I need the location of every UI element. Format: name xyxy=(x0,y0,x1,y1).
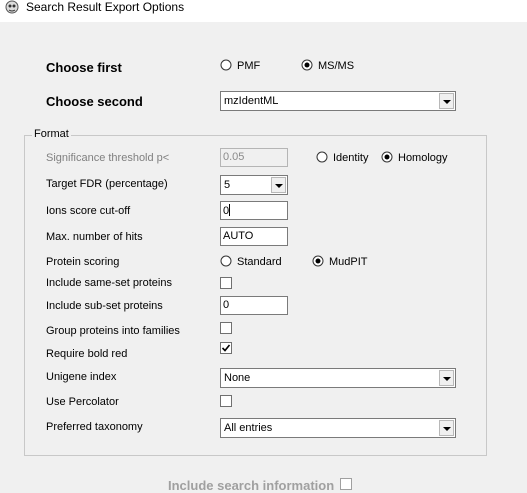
group-families-label: Group proteins into families xyxy=(46,325,180,337)
identity-radio-label[interactable]: Identity xyxy=(333,152,368,165)
same-set-label: Include same-set proteins xyxy=(46,277,172,289)
title-bar: Search Result Export Options xyxy=(0,0,527,22)
ions-score-input[interactable]: 0 xyxy=(220,201,288,220)
unigene-value: None xyxy=(224,372,251,384)
search-info-checkbox[interactable] xyxy=(340,478,352,490)
same-set-checkbox[interactable] xyxy=(220,277,232,289)
pmf-radio-label[interactable]: PMF xyxy=(237,60,260,73)
significance-value: 0.05 xyxy=(223,151,245,163)
target-fdr-label: Target FDR (percentage) xyxy=(46,178,168,190)
target-fdr-select[interactable]: 5 xyxy=(220,175,288,195)
ions-score-label: Ions score cut-off xyxy=(46,205,131,217)
unigene-select[interactable]: None xyxy=(220,368,456,388)
mascot-logo-icon xyxy=(5,0,19,14)
choose-second-select[interactable]: mzIdentML xyxy=(220,91,456,111)
chevron-down-icon[interactable] xyxy=(439,370,454,386)
window-title: Search Result Export Options xyxy=(26,0,185,14)
percolator-label: Use Percolator xyxy=(46,396,119,408)
unigene-label: Unigene index xyxy=(46,371,117,383)
chevron-down-icon[interactable] xyxy=(271,177,286,193)
significance-input[interactable]: 0.05 xyxy=(220,148,288,167)
significance-label: Significance threshold p< xyxy=(46,152,170,164)
format-legend: Format xyxy=(32,128,71,141)
ions-score-value-wrap: 0 xyxy=(223,204,231,218)
sub-set-value: 0 xyxy=(223,299,230,311)
taxonomy-select[interactable]: All entries xyxy=(220,418,456,438)
max-hits-input[interactable]: AUTO xyxy=(220,227,288,246)
taxonomy-label: Preferred taxonomy xyxy=(46,421,143,433)
choose-second-label: Choose second xyxy=(46,94,143,109)
taxonomy-value: All entries xyxy=(224,422,273,434)
standard-radio-label[interactable]: Standard xyxy=(237,256,282,269)
protein-scoring-label: Protein scoring xyxy=(46,256,120,268)
max-hits-label: Max. number of hits xyxy=(46,231,143,243)
chevron-down-icon[interactable] xyxy=(439,420,454,436)
msms-radio[interactable] xyxy=(301,59,313,71)
choose-first-label: Choose first xyxy=(46,60,122,75)
identity-radio[interactable] xyxy=(316,151,328,163)
bold-red-checkbox[interactable] xyxy=(220,342,232,354)
max-hits-value: AUTO xyxy=(223,230,254,242)
sub-set-label: Include sub-set proteins xyxy=(46,300,163,312)
pmf-radio[interactable] xyxy=(220,59,232,71)
text-cursor xyxy=(229,204,231,216)
checkmark-icon xyxy=(221,344,231,352)
target-fdr-value: 5 xyxy=(224,179,231,191)
group-families-checkbox[interactable] xyxy=(220,322,232,334)
chevron-down-icon[interactable] xyxy=(439,93,454,109)
sub-set-input[interactable]: 0 xyxy=(220,296,288,315)
choose-second-value: mzIdentML xyxy=(224,95,279,107)
standard-radio[interactable] xyxy=(220,255,232,267)
msms-radio-label[interactable]: MS/MS xyxy=(318,60,354,73)
homology-radio[interactable] xyxy=(381,151,393,163)
search-info-label: Include search information xyxy=(168,478,335,493)
bold-red-label: Require bold red xyxy=(46,348,128,360)
homology-radio-label[interactable]: Homology xyxy=(398,152,448,165)
mudpit-radio-label[interactable]: MudPIT xyxy=(329,256,368,269)
mudpit-radio[interactable] xyxy=(312,255,324,267)
percolator-checkbox[interactable] xyxy=(220,395,232,407)
